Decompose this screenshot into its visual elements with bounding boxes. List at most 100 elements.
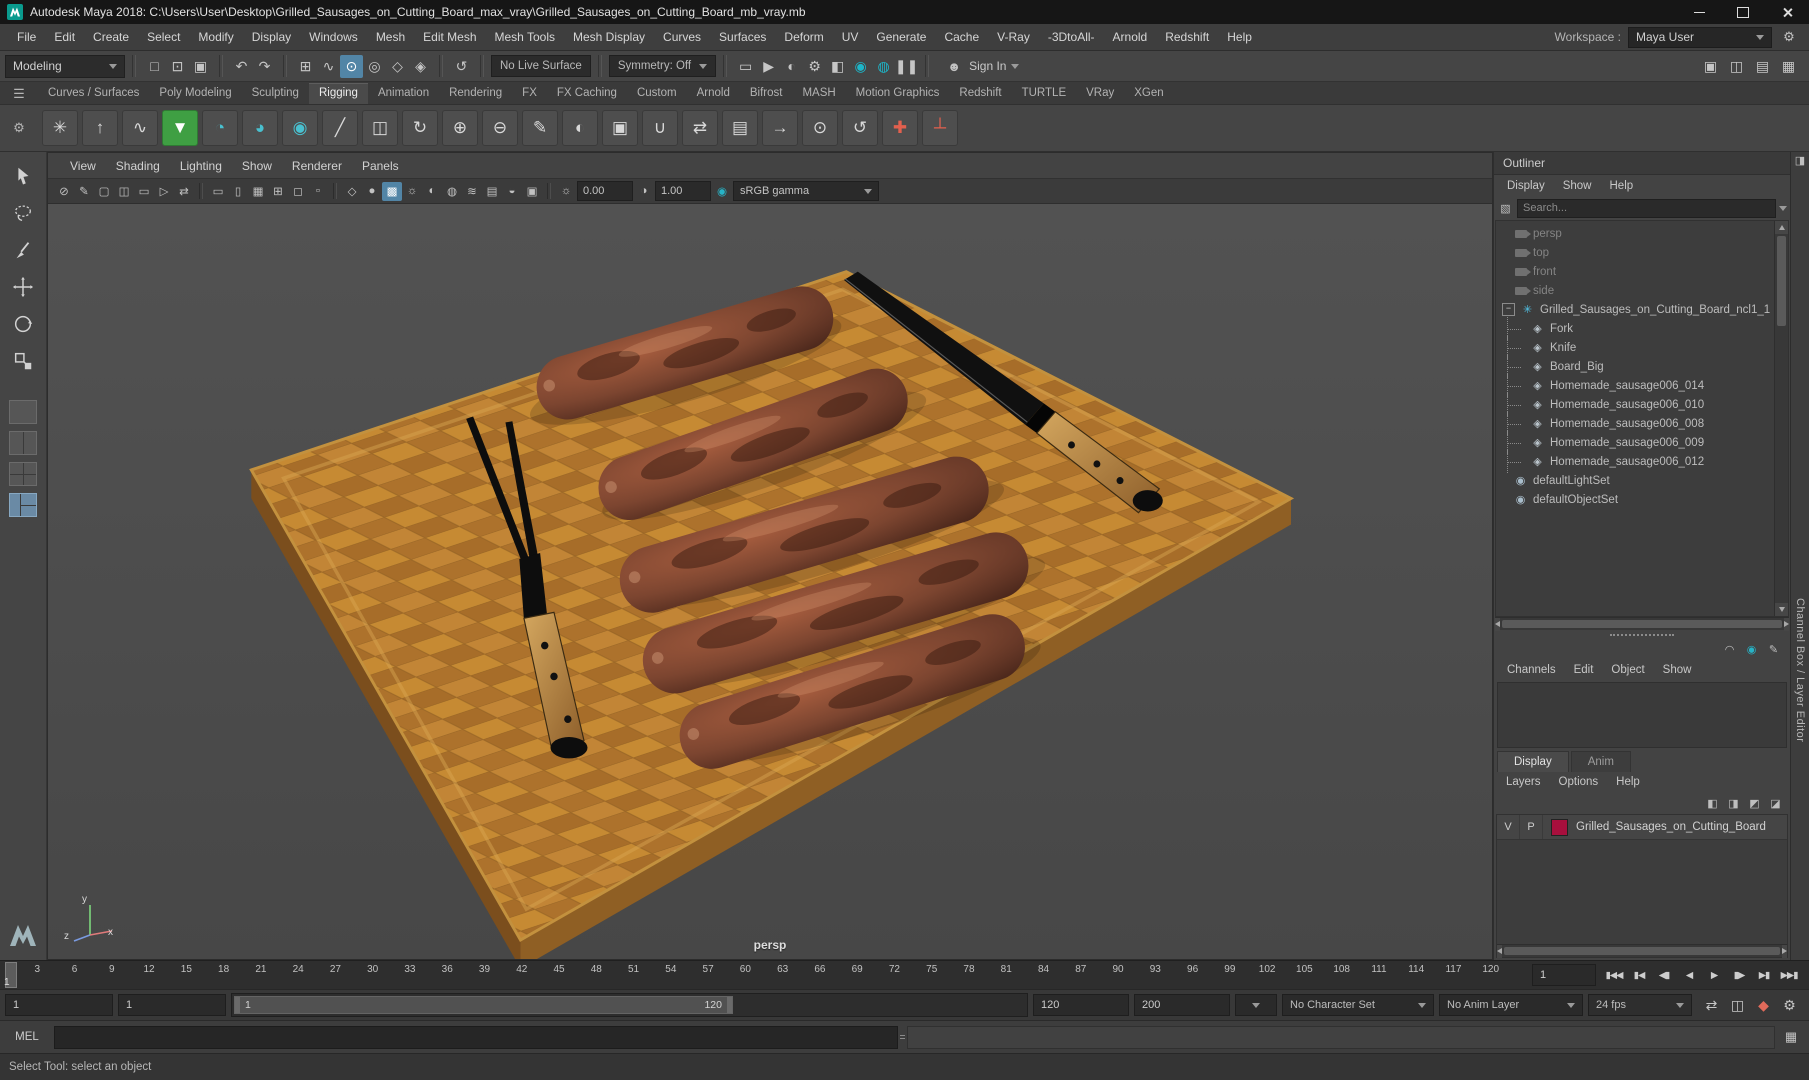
xray-icon[interactable]: ◒ — [502, 182, 522, 201]
rotate-tool-icon[interactable] — [9, 310, 37, 338]
outliner-h-scrollbar[interactable] — [1495, 617, 1789, 631]
textured-icon[interactable]: ▩ — [382, 181, 402, 201]
bind-skin-icon[interactable]: ⊕ — [442, 110, 478, 146]
shelf-tab-animation[interactable]: Animation — [368, 83, 439, 104]
unbind-skin-icon[interactable]: ⊖ — [482, 110, 518, 146]
paint-skin-weights-icon[interactable]: ✎ — [522, 110, 558, 146]
remove-influence-icon[interactable]: ┴ — [922, 110, 958, 146]
viewport-menu-panels[interactable]: Panels — [352, 159, 409, 173]
orient-joint-icon[interactable]: ↻ — [402, 110, 438, 146]
outliner-search-input[interactable] — [1517, 198, 1776, 218]
shelf-tab-mash[interactable]: MASH — [792, 83, 845, 104]
outliner-item-grilled-sausages-on-cutting-board-ncl1-1[interactable]: Grilled_Sausages_on_Cutting_Board_ncl1_1 — [1496, 300, 1788, 319]
field-chart-icon[interactable]: ⊞ — [268, 182, 288, 201]
channel-box-menu-object[interactable]: Object — [1602, 664, 1653, 676]
copy-skin-weights-icon[interactable]: ▣ — [602, 110, 638, 146]
channel-box-toggle-icon[interactable]: ▦ — [1777, 55, 1800, 78]
persp-outliner-layout-button[interactable] — [9, 493, 37, 517]
occlusion-icon[interactable]: ◍ — [442, 182, 462, 201]
shelf-menu-icon[interactable]: ☰ — [0, 84, 38, 104]
snap-view-plane-icon[interactable]: ◇ — [386, 55, 409, 78]
menu-create[interactable]: Create — [84, 25, 138, 50]
command-divider[interactable] — [898, 1027, 907, 1048]
collapse-expander-icon[interactable] — [1502, 303, 1515, 316]
menu-mesh-display[interactable]: Mesh Display — [564, 25, 654, 50]
layer-menu-options[interactable]: Options — [1550, 776, 1608, 788]
live-surface-field[interactable]: No Live Surface — [491, 55, 591, 77]
scroll-up-icon[interactable] — [1775, 221, 1788, 234]
isolate-select-icon[interactable]: ▣ — [522, 182, 542, 201]
orient-constraint-icon[interactable]: ↺ — [842, 110, 878, 146]
make-live-icon[interactable]: ◈ — [409, 55, 432, 78]
mirror-skin-weights-icon[interactable]: ◐ — [562, 110, 598, 146]
outliner-menu-display[interactable]: Display — [1498, 180, 1554, 192]
save-scene-icon[interactable]: ▣ — [189, 55, 212, 78]
camera-lock-icon[interactable]: ◫ — [114, 182, 134, 201]
shelf-tab-motion-graphics[interactable]: Motion Graphics — [846, 83, 950, 104]
sign-in-button[interactable]: ☻ Sign In — [936, 56, 1027, 76]
blend-shape-icon[interactable]: ⇄ — [682, 110, 718, 146]
open-render-view-icon[interactable]: ▭ — [734, 55, 757, 78]
step-forward-frame-button[interactable]: ▶▮ — [1752, 965, 1776, 985]
collapse-panel-icon[interactable]: ◨ — [1792, 152, 1809, 168]
shelf-tab-rigging[interactable]: Rigging — [308, 83, 368, 104]
launch-render-icon[interactable]: ◍ — [872, 55, 895, 78]
redo-icon[interactable]: ↷ — [253, 55, 276, 78]
render-globe-icon[interactable]: ◉ — [849, 55, 872, 78]
create-empty-layer-icon[interactable]: ◩ — [1746, 795, 1763, 811]
workspace-gear-icon[interactable]: ⚙ — [1779, 27, 1799, 47]
layer-menu-help[interactable]: Help — [1607, 776, 1649, 788]
channel-speed-icon[interactable]: ◉ — [1743, 641, 1760, 657]
shelf-tab-arnold[interactable]: Arnold — [687, 83, 740, 104]
outliner-item-front[interactable]: front — [1496, 262, 1788, 281]
resolution-gate-icon[interactable]: ▯ — [228, 182, 248, 201]
close-button[interactable] — [1765, 0, 1809, 24]
range-bar[interactable]: 1 120 — [234, 996, 733, 1014]
scrollbar-thumb[interactable] — [1504, 947, 1780, 955]
open-scene-icon[interactable]: ⊡ — [166, 55, 189, 78]
scroll-left-icon[interactable] — [1497, 944, 1502, 958]
menu-cache[interactable]: Cache — [935, 25, 988, 50]
outliner-item-homemade-sausage006-014[interactable]: Homemade_sausage006_014 — [1496, 374, 1788, 397]
shelf-tab-sculpting[interactable]: Sculpting — [242, 83, 309, 104]
symmetry-select[interactable]: Symmetry: Off — [608, 55, 717, 77]
exposure-field[interactable]: 0.00 — [577, 181, 633, 201]
pan-zoom-icon[interactable]: ⇄ — [174, 182, 194, 201]
film-gate-icon[interactable]: ▭ — [208, 182, 228, 201]
menu-windows[interactable]: Windows — [300, 25, 367, 50]
panel-splitter[interactable] — [1494, 630, 1790, 639]
layer-editor-tab-display[interactable]: Display — [1497, 751, 1569, 772]
layer-menu-layers[interactable]: Layers — [1497, 776, 1550, 788]
outliner-item-fork[interactable]: Fork — [1496, 317, 1788, 340]
snap-grid-icon[interactable]: ⊞ — [294, 55, 317, 78]
motion-blur-icon[interactable]: ≋ — [462, 182, 482, 201]
shaded-icon[interactable]: ● — [362, 182, 382, 201]
joint-tool-icon[interactable]: ✳ — [42, 110, 78, 146]
outliner-item-defaultlightset[interactable]: defaultLightSet — [1496, 471, 1788, 490]
menu-file[interactable]: File — [8, 25, 45, 50]
animation-preferences-icon[interactable]: ⚙ — [1778, 994, 1801, 1017]
step-back-frame-button[interactable]: ▮◀ — [1627, 965, 1651, 985]
gate-mask-icon[interactable]: ▦ — [248, 182, 268, 201]
character-set-select[interactable]: No Character Set — [1282, 994, 1434, 1016]
scrollbar-thumb[interactable] — [1502, 620, 1782, 628]
play-backwards-button[interactable]: ◀ — [1677, 965, 1701, 985]
step-back-key-button[interactable]: ◀▮ — [1652, 965, 1676, 985]
outliner-item-board-big[interactable]: Board_Big — [1496, 355, 1788, 378]
humanik-skeleton-icon[interactable]: ◕ — [242, 110, 278, 146]
scroll-right-icon[interactable] — [1782, 944, 1787, 958]
scroll-right-icon[interactable] — [1784, 617, 1789, 631]
four-pane-layout-button[interactable] — [9, 462, 37, 486]
shelf-tab-turtle[interactable]: TURTLE — [1012, 83, 1077, 104]
point-constraint-icon[interactable]: ⊙ — [802, 110, 838, 146]
single-pane-layout-button[interactable] — [9, 400, 37, 424]
minimize-button[interactable] — [1677, 0, 1721, 24]
channel-box-menu-edit[interactable]: Edit — [1565, 664, 1603, 676]
shelf-tab-rendering[interactable]: Rendering — [439, 83, 512, 104]
outliner-title[interactable]: Outliner — [1494, 152, 1790, 175]
menu-set-select[interactable]: Modeling — [5, 54, 125, 78]
filter-icon[interactable]: ▧ — [1497, 200, 1514, 216]
outliner-item-homemade-sausage006-008[interactable]: Homemade_sausage006_008 — [1496, 412, 1788, 435]
safe-title-icon[interactable]: ▫ — [308, 182, 328, 201]
image-plane-icon[interactable]: ▭ — [134, 182, 154, 201]
